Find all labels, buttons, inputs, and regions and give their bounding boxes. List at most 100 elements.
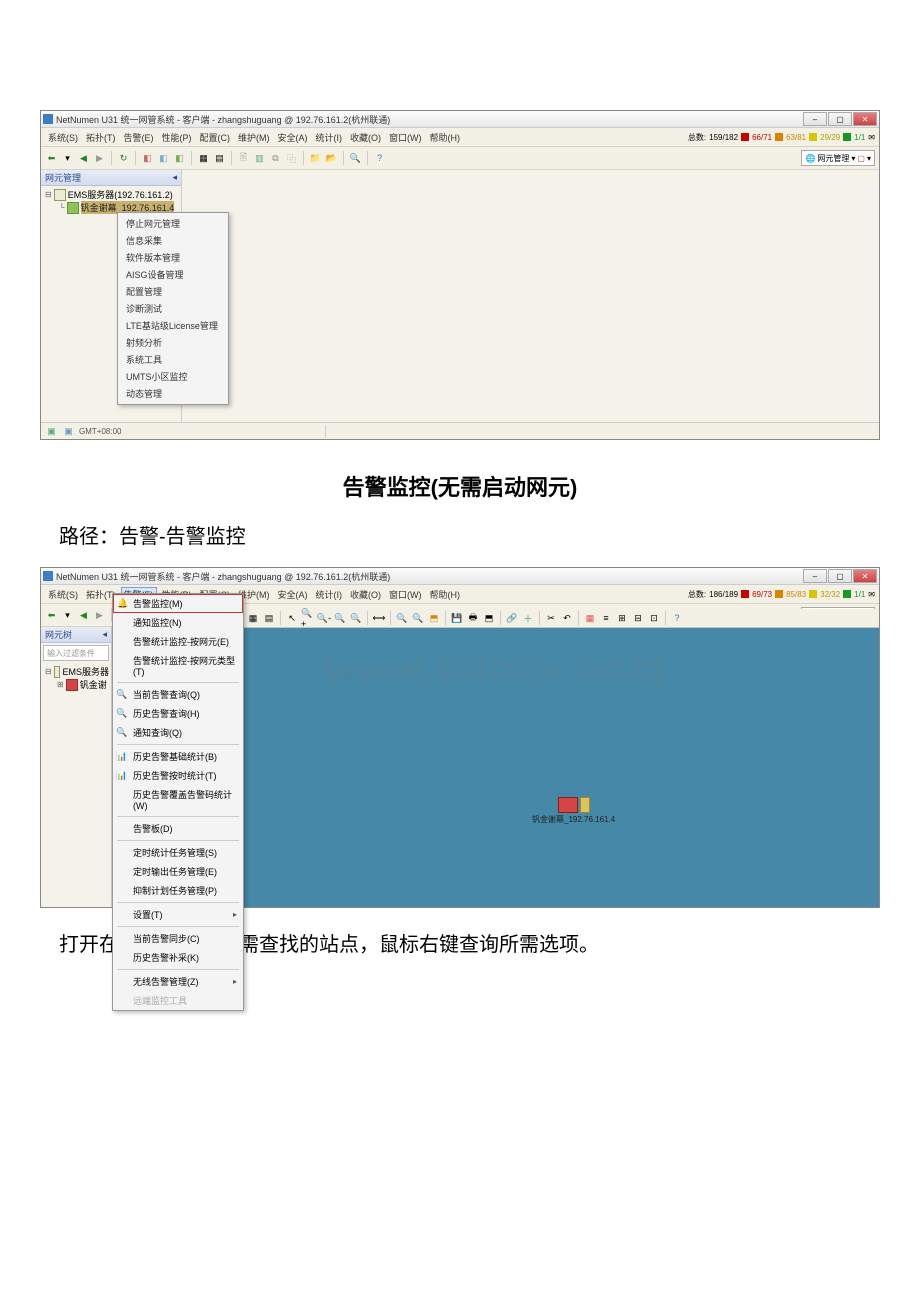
tree-child-row[interactable]: ⊞ 钒金谢 <box>43 678 109 691</box>
doc-icon[interactable]: 🗎 <box>237 152 250 165</box>
folder-icon-2[interactable]: 📂 <box>325 152 338 165</box>
context-menu-item[interactable]: 信息采集 <box>118 232 228 249</box>
menu-item[interactable]: 配置(C) <box>197 130 234 145</box>
canvas-export-icon[interactable]: ⬒ <box>482 611 496 625</box>
folder-icon-1[interactable]: 📁 <box>309 152 322 165</box>
ne-tree[interactable]: ⊟ EMS服务器(192.76.161.2) └ 钒金谢幕_192.76.161… <box>41 186 181 422</box>
context-menu-item[interactable]: LTE基站级License管理 <box>118 317 228 334</box>
nav-next-icon[interactable]: ▶ <box>93 152 106 165</box>
context-menu-item[interactable]: AISG设备管理 <box>118 266 228 283</box>
menu-item[interactable]: 告警(E) <box>121 130 157 145</box>
canvas-link-icon[interactable]: 🔗 <box>505 611 519 625</box>
topology-node[interactable]: 钒金谢幕_192.76.161.4 <box>532 797 615 825</box>
help-tool-icon[interactable]: ⧉ <box>269 152 282 165</box>
context-menu-item[interactable]: UMTS小区监控 <box>118 368 228 385</box>
canvas-save-icon[interactable]: 💾 <box>450 611 464 625</box>
alarm-menu-item[interactable]: 抑制计划任务管理(P) <box>113 881 243 900</box>
zoom-out-icon[interactable]: 🔍- <box>317 611 331 625</box>
canvas-align-2-icon[interactable]: ⊞ <box>615 611 629 625</box>
context-menu-item[interactable]: 软件版本管理 <box>118 249 228 266</box>
alarm-menu-dropdown[interactable]: 🔔告警监控(M)通知监控(N)告警统计监控-按网元(E)告警统计监控-按网元类型… <box>112 593 244 1011</box>
expand-icon[interactable]: ⊟ <box>45 190 52 199</box>
context-menu-item[interactable]: 停止网元管理 <box>118 215 228 232</box>
alarm-menu-item[interactable]: 📊历史告警基础统计(B) <box>113 747 243 766</box>
alarm-menu-item[interactable]: 历史告警覆盖告警码统计(W) <box>113 785 243 814</box>
canvas-grid-icon[interactable]: ▦ <box>583 611 597 625</box>
close-button[interactable]: ✕ <box>853 569 877 583</box>
tree-root-row[interactable]: ⊟ EMS服务器(192.76.161.2) <box>43 188 179 201</box>
canvas-print-icon[interactable]: 🖶 <box>466 611 480 625</box>
alarm-menu-item[interactable]: 历史告警补采(K) <box>113 948 243 967</box>
alarm-menu-item[interactable]: 当前告警同步(C) <box>113 929 243 948</box>
alarm-menu-item[interactable]: 🔍通知查询(Q) <box>113 723 243 742</box>
alarm-menu-item[interactable]: 通知监控(N) <box>113 613 243 632</box>
chart-icon[interactable]: ▥ <box>253 152 266 165</box>
canvas-tree-icon[interactable]: ⬒ <box>427 611 441 625</box>
alarm-menu-item[interactable]: 🔔告警监控(M) <box>113 594 243 613</box>
alarm-menu-item[interactable]: 告警统计监控-按网元类型(T) <box>113 651 243 680</box>
canvas-search-icon[interactable]: 🔍 <box>395 611 409 625</box>
menu-item[interactable]: 收藏(O) <box>347 587 384 602</box>
context-menu-item[interactable]: 诊断测试 <box>118 300 228 317</box>
context-menu-item[interactable]: 射频分析 <box>118 334 228 351</box>
nav-prev-icon[interactable]: ◀ <box>77 152 90 165</box>
canvas-add-icon[interactable]: ＋ <box>521 611 535 625</box>
menu-item[interactable]: 帮助(H) <box>427 130 464 145</box>
layout-icon-2[interactable]: ▤ <box>213 152 226 165</box>
copy-icon[interactable]: ⿻ <box>285 152 298 165</box>
panel-collapse-icon[interactable]: ◂ <box>102 629 107 640</box>
menu-item[interactable]: 统计(I) <box>313 130 346 145</box>
menu-item[interactable]: 统计(I) <box>313 587 346 602</box>
topology-canvas[interactable]: ▦ ▤ ↖ 🔍+ 🔍- 🔍 🔍 ⟷ 🔍 🔍 ⬒ 💾 🖶 <box>112 627 879 907</box>
canvas-align-1-icon[interactable]: ≡ <box>599 611 613 625</box>
tool-icon-3[interactable]: ◧ <box>173 152 186 165</box>
alarm-menu-item[interactable]: 📊历史告警按时统计(T) <box>113 766 243 785</box>
tool-icon-1[interactable]: ◧ <box>141 152 154 165</box>
context-menu-item[interactable]: 配置管理 <box>118 283 228 300</box>
canvas-align-4-icon[interactable]: ⊡ <box>647 611 661 625</box>
menu-item[interactable]: 窗口(W) <box>386 130 425 145</box>
canvas-layout-icon[interactable]: ▦ <box>246 611 260 625</box>
expand-icon[interactable]: ⊞ <box>57 680 64 689</box>
canvas-pointer-icon[interactable]: ↖ <box>285 611 299 625</box>
nav-back-icon[interactable]: ⬅ <box>45 152 58 165</box>
view-close-icon[interactable]: ▢ <box>857 154 865 163</box>
menu-item[interactable]: 拓扑(T) <box>83 130 119 145</box>
mail-icon[interactable]: ✉ <box>868 133 875 142</box>
help-icon[interactable]: ? <box>373 152 386 165</box>
view-selector[interactable]: 🌐 网元管理 ▾ ▢ ▾ <box>801 150 875 166</box>
canvas-sep-icon[interactable]: ⟷ <box>372 611 386 625</box>
zoom-in-icon[interactable]: 🔍+ <box>301 611 315 625</box>
nav-next-icon[interactable]: ▶ <box>93 609 106 622</box>
nav-dropdown-icon[interactable]: ▾ <box>61 152 74 165</box>
search-tool-icon[interactable]: 🔍 <box>349 152 362 165</box>
ne-tree[interactable]: ⊟ EMS服务器 ⊞ 钒金谢 <box>41 663 111 907</box>
minimize-button[interactable]: – <box>803 112 827 126</box>
alarm-menu-item[interactable]: 定时输出任务管理(E) <box>113 862 243 881</box>
alarm-menu-item[interactable]: 🔍历史告警查询(H) <box>113 704 243 723</box>
mail-icon[interactable]: ✉ <box>868 590 875 599</box>
maximize-button[interactable]: ▢ <box>828 569 852 583</box>
nav-dropdown-icon[interactable]: ▾ <box>61 609 74 622</box>
context-menu-item[interactable]: 系统工具 <box>118 351 228 368</box>
menu-item[interactable]: 系统(S) <box>45 130 81 145</box>
alarm-menu-item[interactable]: 定时统计任务管理(S) <box>113 843 243 862</box>
nav-prev-icon[interactable]: ◀ <box>77 609 90 622</box>
canvas-view-icon[interactable]: ▤ <box>262 611 276 625</box>
canvas-help-icon[interactable]: ? <box>670 611 684 625</box>
layout-icon-1[interactable]: ▦ <box>197 152 210 165</box>
refresh-icon[interactable]: ↻ <box>117 152 130 165</box>
maximize-button[interactable]: ▢ <box>828 112 852 126</box>
menu-item[interactable]: 安全(A) <box>275 130 311 145</box>
menu-item[interactable]: 系统(S) <box>45 587 81 602</box>
alarm-menu-item[interactable]: 告警板(D) <box>113 819 243 838</box>
context-menu-item[interactable]: 动态管理 <box>118 385 228 402</box>
ne-context-menu[interactable]: 停止网元管理信息采集软件版本管理AISG设备管理配置管理诊断测试LTE基站级Li… <box>117 212 229 405</box>
zoom-reset-icon[interactable]: 🔍 <box>349 611 363 625</box>
minimize-button[interactable]: – <box>803 569 827 583</box>
alarm-menu-item[interactable]: 设置(T) <box>113 905 243 924</box>
alarm-menu-item[interactable]: 🔍当前告警查询(Q) <box>113 685 243 704</box>
canvas-search2-icon[interactable]: 🔍 <box>411 611 425 625</box>
tool-icon-2[interactable]: ◧ <box>157 152 170 165</box>
canvas-cut-icon[interactable]: ✂ <box>544 611 558 625</box>
